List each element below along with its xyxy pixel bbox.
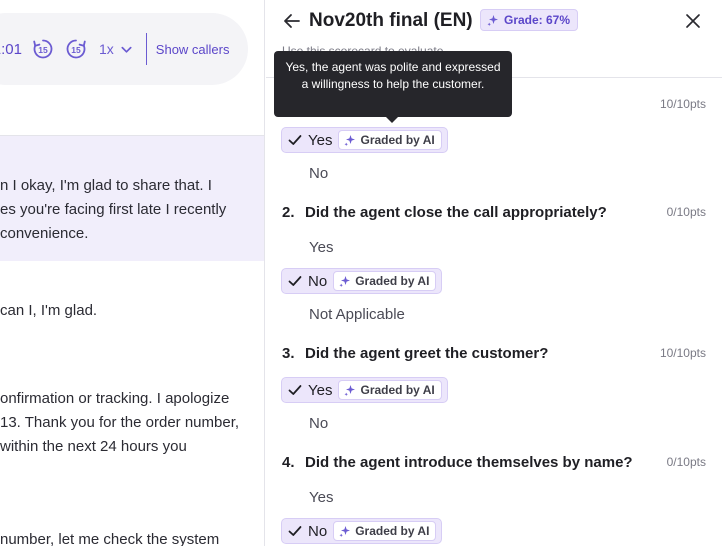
question-number: 2.: [282, 204, 295, 221]
sparkle-icon: [344, 135, 356, 146]
transcript-line: number, let me check the system: [0, 531, 220, 546]
transcript-line: 13. Thank you for the order number,: [0, 414, 240, 431]
rewind-15-label: 15: [38, 45, 48, 55]
chevron-down-icon: [121, 46, 132, 53]
answer-option[interactable]: Yes: [309, 239, 333, 256]
sparkle-icon: [339, 526, 351, 537]
answer-option[interactable]: No: [309, 415, 328, 432]
answer-option[interactable]: Not Applicable: [309, 306, 405, 323]
answer-label: Yes: [308, 131, 333, 149]
selected-answer[interactable]: Yes Graded by AI: [281, 377, 448, 403]
scorecard-title: Nov20th final (EN): [309, 10, 473, 31]
grade-badge: Grade: 67%: [480, 9, 579, 31]
forward-15-label: 15: [71, 45, 81, 55]
question-number: 3.: [282, 345, 295, 362]
scorecard-header: Nov20th final (EN) Grade: 67%: [266, 0, 722, 44]
audio-player: 1:01 15 15 1x Show callers: [0, 13, 248, 85]
answer-option[interactable]: Yes: [309, 489, 333, 506]
question-points: 0/10pts: [666, 455, 706, 469]
forward-15-icon[interactable]: 15: [64, 37, 88, 61]
ai-tag-label: Graded by AI: [355, 524, 430, 538]
player-divider: [145, 33, 147, 65]
check-icon: [288, 385, 302, 395]
rewind-15-icon[interactable]: 15: [31, 37, 55, 61]
question-points: 0/10pts: [666, 205, 706, 219]
answer-option[interactable]: No: [309, 165, 328, 182]
check-icon: [288, 276, 302, 286]
sparkle-icon: [344, 385, 356, 396]
ai-reasoning-tooltip: Yes, the agent was polite and expressed …: [274, 51, 512, 117]
check-icon: [288, 135, 302, 145]
sparkle-icon: [487, 15, 498, 26]
transcript-line: n I okay, I'm glad to share that. I: [0, 177, 212, 194]
answer-label: No: [308, 522, 328, 540]
sparkle-icon: [339, 276, 351, 287]
question-text: 4. Did the agent introduce themselves by …: [282, 454, 633, 471]
answer-label: No: [308, 272, 328, 290]
transcript-line: onfirmation or tracking. I apologize: [0, 390, 230, 407]
ai-tag-label: Graded by AI: [360, 383, 435, 397]
question-label: Did the agent introduce themselves by na…: [305, 454, 633, 471]
graded-by-ai-tag: Graded by AI: [338, 380, 442, 400]
transcript-pane: 1:01 15 15 1x Show callers n I okay, I'm…: [0, 0, 265, 546]
graded-by-ai-tag: Graded by AI: [338, 130, 442, 150]
speed-value: 1x: [99, 41, 114, 57]
question-label: Did the agent close the call appropriate…: [305, 204, 607, 221]
ai-tag-label: Graded by AI: [360, 133, 435, 147]
show-callers-button[interactable]: Show callers: [156, 42, 230, 57]
question-number: 4.: [282, 454, 295, 471]
question-text: 3. Did the agent greet the customer?: [282, 345, 548, 362]
question-text: 2. Did the agent close the call appropria…: [282, 204, 607, 221]
back-arrow-icon[interactable]: [283, 12, 301, 30]
selected-answer[interactable]: No Graded by AI: [281, 268, 443, 294]
transcript-line: within the next 24 hours you: [0, 438, 187, 455]
question-points: 10/10pts: [659, 97, 706, 111]
transcript-line: es you're facing first late I recently: [0, 201, 227, 218]
transcript-line: convenience.: [0, 225, 89, 242]
graded-by-ai-tag: Graded by AI: [333, 521, 437, 541]
grade-value: Grade: 67%: [504, 13, 571, 27]
speed-selector[interactable]: 1x: [99, 41, 133, 57]
playback-time: 1:01: [0, 40, 22, 58]
question-label: Did the agent greet the customer?: [305, 345, 549, 362]
close-icon[interactable]: [685, 13, 701, 29]
selected-answer[interactable]: No Graded by AI: [281, 518, 443, 544]
selected-answer[interactable]: Yes Graded by AI: [281, 127, 448, 153]
scorecard-pane: Nov20th final (EN) Grade: 67% Use this s…: [266, 0, 722, 546]
check-icon: [288, 526, 302, 536]
ai-tag-label: Graded by AI: [355, 274, 430, 288]
question-points: 10/10pts: [659, 346, 706, 360]
answer-label: Yes: [308, 381, 333, 399]
tooltip-arrow: [385, 116, 399, 123]
graded-by-ai-tag: Graded by AI: [333, 271, 437, 291]
transcript-line: can I, I'm glad.: [0, 302, 98, 319]
